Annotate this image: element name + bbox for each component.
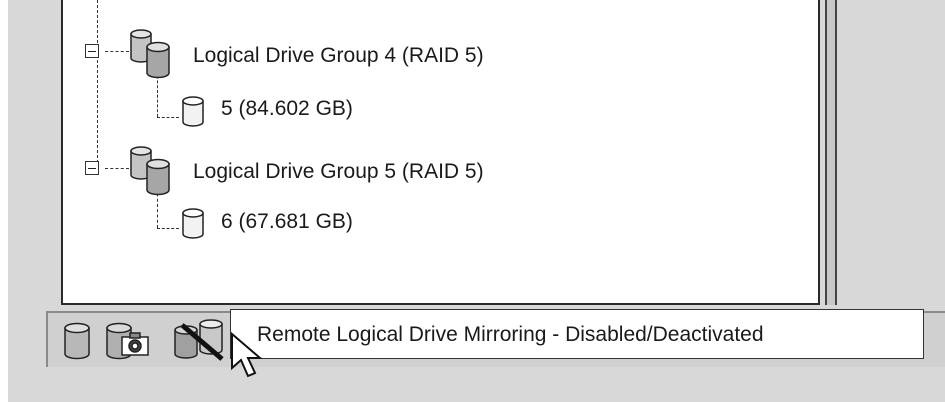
status-icon-tooltip: Remote Logical Drive Mirroring - Disable… bbox=[230, 309, 924, 359]
tree-node-group-5-label[interactable]: Logical Drive Group 5 (RAID 5) bbox=[193, 160, 484, 184]
logical-drive-icon bbox=[182, 208, 204, 239]
storage-manager-window: Logical Drive Group 4 (RAID 5) 5 (84.602… bbox=[8, 0, 945, 402]
snapshot-drive-icon[interactable] bbox=[104, 321, 152, 363]
logical-view-tree-panel[interactable]: Logical Drive Group 4 (RAID 5) 5 (84.602… bbox=[61, 0, 820, 305]
tree-node-drive-6-label[interactable]: 6 (67.681 GB) bbox=[221, 210, 353, 234]
logical-drive-icon bbox=[182, 96, 204, 127]
logical-drive-icon[interactable] bbox=[62, 321, 92, 363]
splitter-handle[interactable] bbox=[825, 0, 837, 305]
collapse-icon[interactable] bbox=[85, 161, 99, 175]
tree-node-drive-5-label[interactable]: 5 (84.602 GB) bbox=[221, 97, 353, 121]
drive-group-icon bbox=[130, 146, 170, 196]
mouse-pointer-icon bbox=[231, 332, 263, 378]
tree-connector-line bbox=[157, 117, 179, 118]
drive-group-icon bbox=[130, 29, 170, 79]
tree-connector-line bbox=[105, 51, 129, 52]
mirroring-disabled-icon[interactable] bbox=[172, 317, 228, 363]
collapse-icon[interactable] bbox=[85, 44, 99, 58]
tree-connector-line bbox=[97, 0, 98, 163]
tree-connector-line bbox=[157, 228, 179, 229]
tree-node-group-4-label[interactable]: Logical Drive Group 4 (RAID 5) bbox=[193, 44, 484, 68]
tree-connector-line bbox=[105, 168, 129, 169]
